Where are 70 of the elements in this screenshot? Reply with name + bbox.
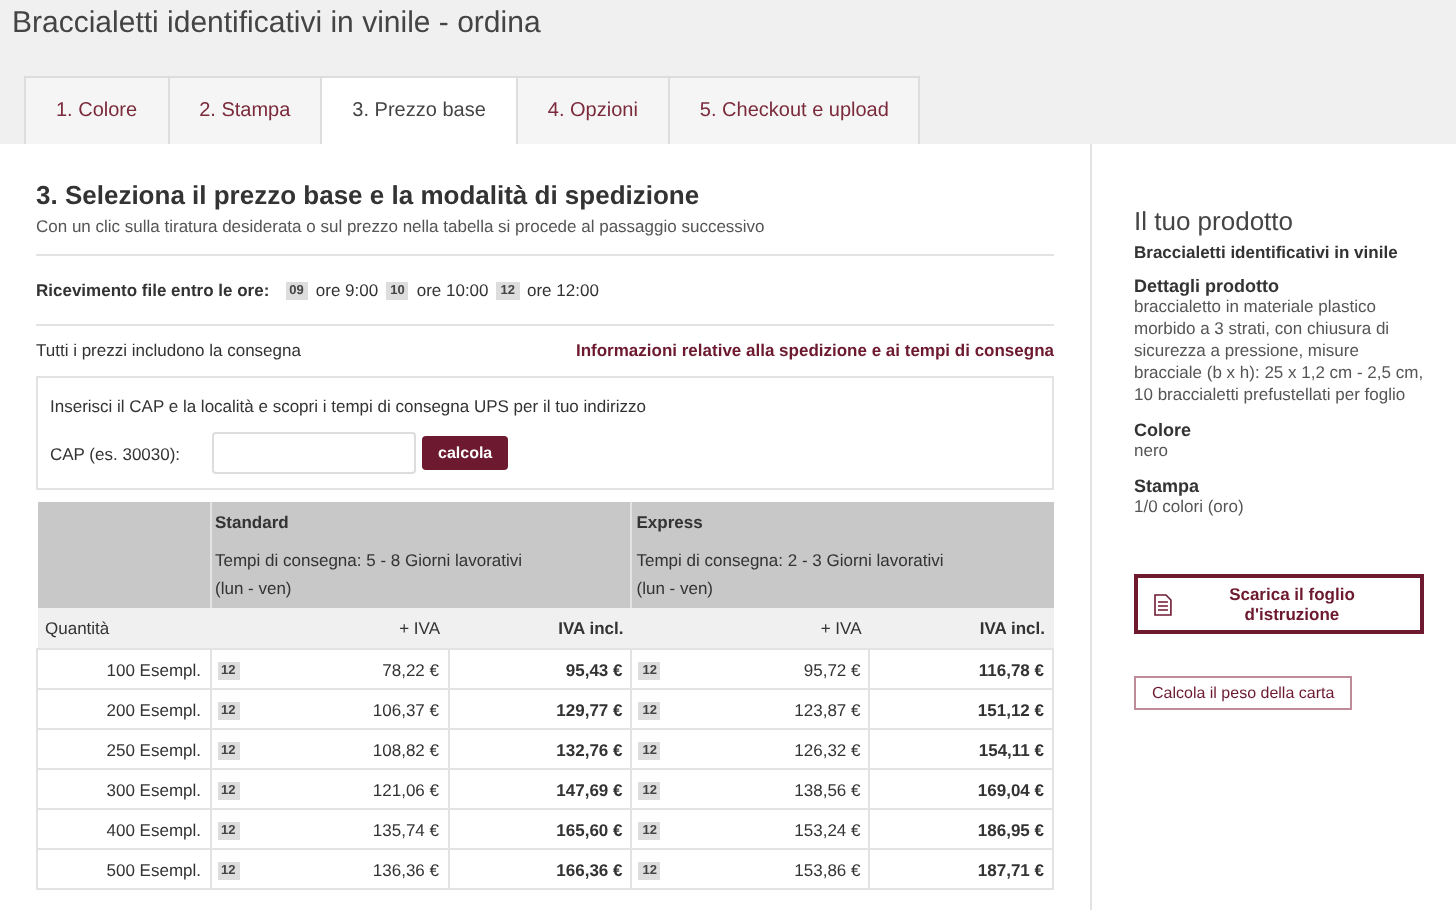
detail-value: 1/0 colori (oro)	[1134, 496, 1246, 518]
quantity-cell[interactable]: 500 Esempl.	[37, 849, 210, 889]
download-button[interactable]: Scarica il foglio d'istruzione	[1134, 574, 1424, 634]
step-tab[interactable]: 4. Opzioni	[515, 76, 668, 144]
column-header: Quantità	[37, 608, 210, 649]
price-cell[interactable]: 165,60 €	[448, 809, 632, 849]
price-cell[interactable]: 153,24 €	[672, 809, 870, 849]
column-header: IVA incl.	[448, 608, 632, 649]
detail-label: Dettagli prodotto	[1134, 276, 1281, 296]
quantity-cell[interactable]: 200 Esempl.	[37, 689, 210, 729]
zip-input-field[interactable]	[212, 432, 416, 474]
price-cell[interactable]: 138,56 €	[672, 769, 870, 809]
calculate-button[interactable]: calcola	[422, 436, 509, 470]
price-cell[interactable]: 187,71 €	[869, 849, 1053, 889]
deadline-time: ore 12:00	[527, 280, 599, 300]
price-cell[interactable]: 151,12 €	[869, 689, 1053, 729]
price-cell[interactable]: 95,72 €	[672, 649, 870, 689]
price-cell[interactable]: 153,86 €	[672, 849, 870, 889]
delivery-note: Tutti i prezzi includono la consegna	[36, 340, 301, 360]
quantity-cell[interactable]: 250 Esempl.	[37, 729, 210, 769]
step-tab[interactable]: 5. Checkout e upload	[667, 76, 921, 144]
zip-intro: Inserisci il CAP e la località e scopri i tempi di consegna UPS per il tuo indirizzo	[50, 396, 648, 416]
detail-value: nero	[1134, 440, 1171, 462]
price-cell[interactable]: 135,74 €	[251, 809, 448, 849]
column-header: + IVA	[631, 608, 870, 649]
quantity-cell[interactable]: 300 Esempl.	[37, 769, 210, 809]
price-cell[interactable]: 121,06 €	[251, 769, 448, 809]
price-cell[interactable]: 116,78 €	[869, 649, 1053, 689]
service-name: Standard	[215, 512, 289, 532]
zip-label: CAP (es. 30030):	[50, 443, 183, 463]
deadline-time: ore 10:00	[416, 280, 489, 300]
delivery-time: Tempi di consegna: 2 - 3 Giorni lavorativi	[636, 548, 946, 574]
document-icon	[1154, 593, 1172, 615]
quantity-cell[interactable]: 400 Esempl.	[37, 809, 210, 849]
column-header: IVA incl.	[869, 608, 1053, 649]
price-cell[interactable]: 108,82 €	[251, 729, 448, 769]
sidebar-title: Il tuo prodotto	[1134, 206, 1295, 236]
delivery-days: (lun - ven)	[636, 574, 1049, 602]
price-cell[interactable]: 129,77 €	[448, 689, 632, 729]
price-cell[interactable]: 78,22 €	[251, 649, 448, 689]
detail-label: Colore	[1134, 420, 1194, 440]
step-tab[interactable]: 3. Prezzo base	[320, 76, 516, 144]
section-heading: 3. Seleziona il prezzo base e la modalità di spedizione	[36, 180, 702, 210]
section-subtitle: Con un clic sulla tiratura desiderata o sul prezzo nella tabella si procede al passaggio successivo	[36, 216, 767, 236]
deadline-time: ore 9:00	[315, 280, 379, 300]
price-cell[interactable]: 123,87 €	[672, 689, 870, 729]
detail-label: Stampa	[1134, 476, 1202, 496]
product-name: Braccialetti identificativi in vinile	[1134, 242, 1400, 262]
price-cell[interactable]: 106,37 €	[251, 689, 448, 729]
price-cell[interactable]: 166,36 €	[448, 849, 632, 889]
price-cell[interactable]: 132,76 €	[448, 729, 632, 769]
step-tab[interactable]: 1. Colore	[24, 76, 168, 144]
quantity-cell[interactable]: 100 Esempl.	[37, 649, 210, 689]
delivery-days: (lun - ven)	[215, 574, 627, 602]
paper-weight-button[interactable]: Calcola il peso della carta	[1134, 676, 1353, 710]
price-cell[interactable]: 154,11 €	[869, 729, 1053, 769]
shipping-info-link[interactable]: Informazioni relative alla spedizione e ai tempi di consegna	[575, 340, 1054, 360]
price-cell[interactable]: 169,04 €	[869, 769, 1053, 809]
service-name: Express	[636, 512, 703, 532]
price-cell[interactable]: 95,43 €	[448, 649, 632, 689]
column-header: + IVA	[210, 608, 448, 649]
detail-value: braccialetto in materiale plastico morbido a 3 strati, con chiusura di sicurezza a pressione, misure bracciale (b x h): 25 x 1,2 cm - 2,5 cm, 10 braccialetti prefustellati per foglio	[1134, 296, 1424, 406]
page-title: Braccialetti identificativi in vinile - ordina	[10, 4, 543, 44]
price-cell[interactable]: 186,95 €	[869, 809, 1053, 849]
step-tab[interactable]: 2. Stampa	[167, 76, 321, 144]
delivery-time: Tempi di consegna: 5 - 8 Giorni lavorativi	[215, 548, 525, 574]
deadline-label: Ricevimento file entro le ore:	[36, 280, 270, 300]
price-cell[interactable]: 147,69 €	[448, 769, 632, 809]
price-cell[interactable]: 126,32 €	[672, 729, 870, 769]
price-cell[interactable]: 136,36 €	[251, 849, 448, 889]
